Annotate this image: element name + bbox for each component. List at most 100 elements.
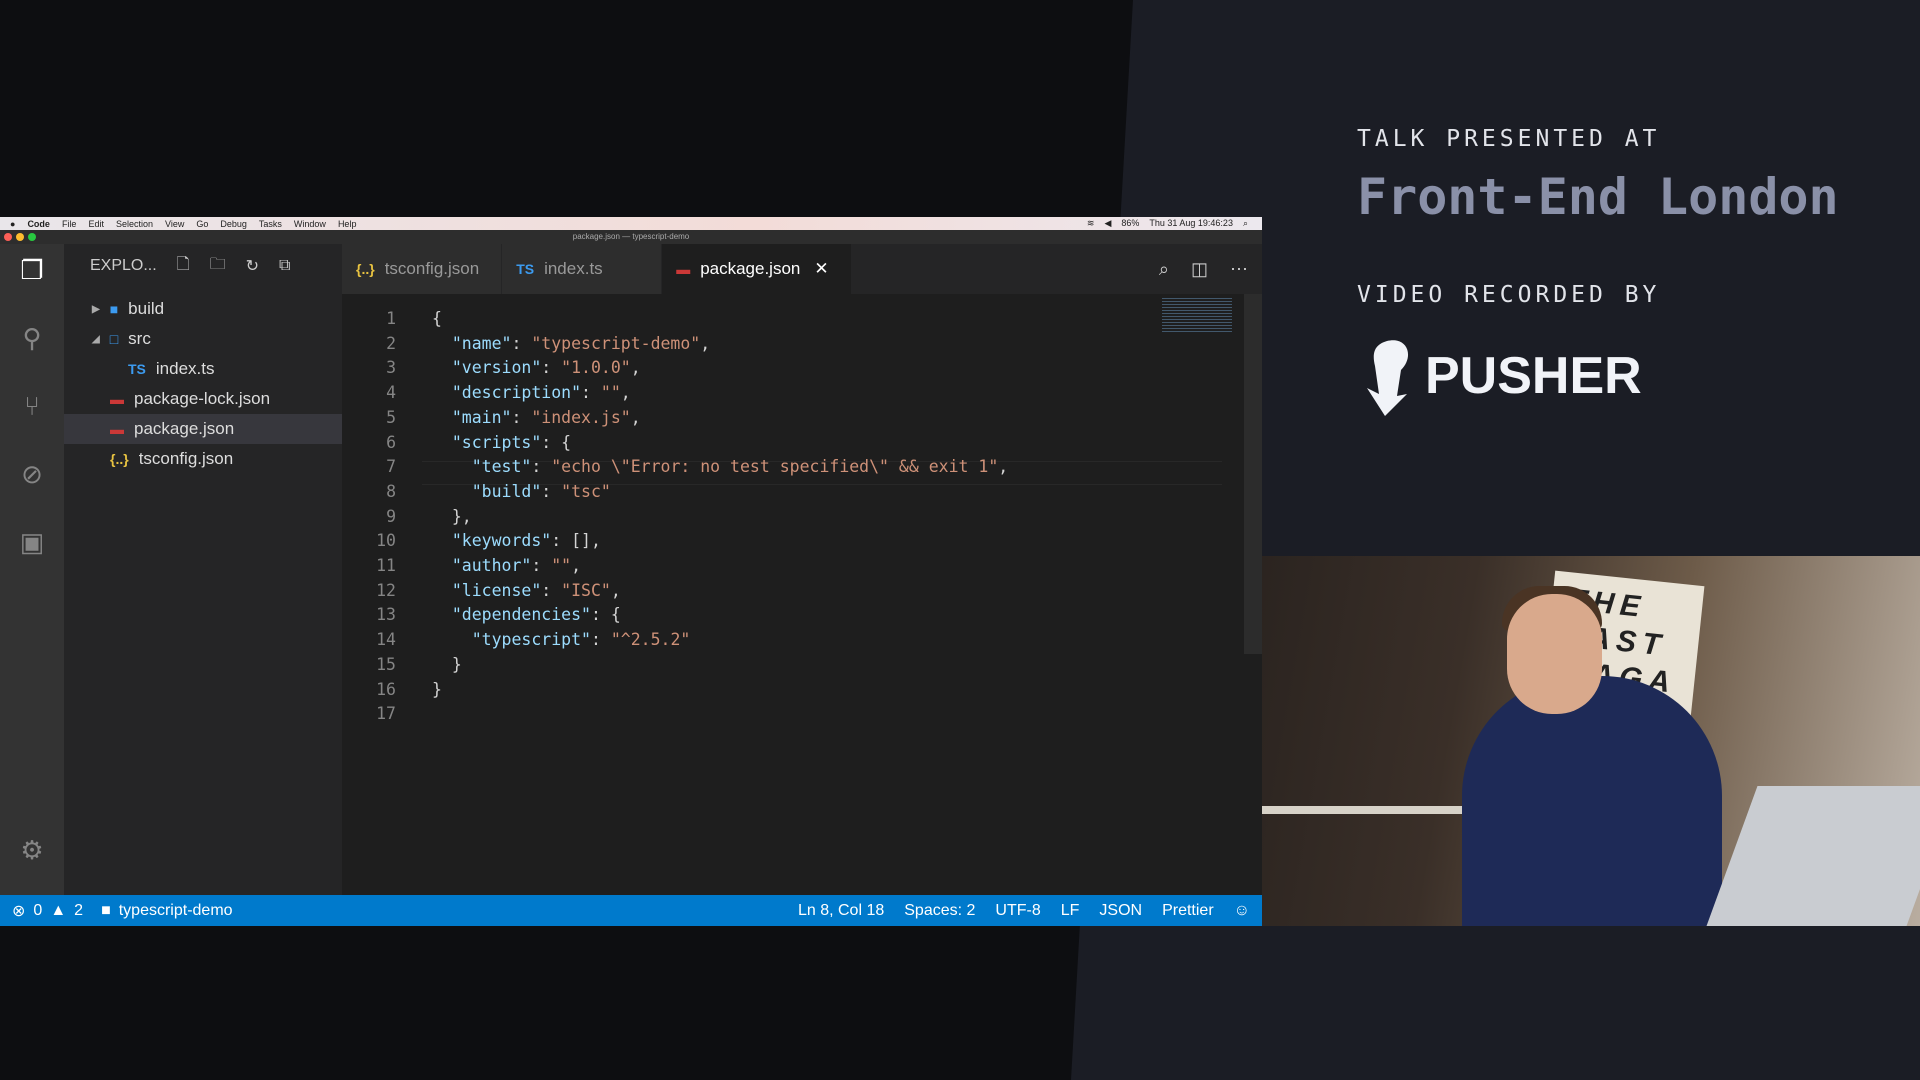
menu-view[interactable]: View: [165, 219, 184, 229]
menu-file[interactable]: File: [62, 219, 77, 229]
code-line: {: [432, 309, 442, 328]
status-bar: ⊗ 0 ▲ 2 ■ typescript-demo Ln 8, Col 18 S…: [0, 895, 1262, 926]
tab-label: package.json: [700, 259, 801, 278]
tree-item-src[interactable]: ◢ □ src: [64, 324, 342, 354]
mac-menubar: ● Code File Edit Selection View Go Debug…: [0, 217, 1262, 230]
tree-item-package-json[interactable]: ▬ package.json: [64, 414, 342, 444]
apple-icon[interactable]: ●: [10, 219, 15, 229]
line-number: 6: [386, 432, 396, 452]
close-tab-icon[interactable]: ✕: [814, 259, 828, 279]
editor-tabs: {..} tsconfig.json TS index.ts ▬ package…: [342, 244, 1262, 294]
split-editor-icon[interactable]: ◫: [1191, 259, 1208, 280]
chevron-right-icon[interactable]: ▶: [92, 304, 100, 315]
close-window-icon[interactable]: [4, 233, 12, 241]
shelf: [1262, 806, 1482, 814]
search-icon[interactable]: ⚲: [16, 322, 48, 354]
spotlight-icon[interactable]: ⌕: [1243, 218, 1248, 229]
code-line: },: [432, 506, 472, 526]
source-control-icon[interactable]: ⑂: [16, 390, 48, 422]
code-line: "main": "index.js",: [451, 407, 641, 427]
error-icon[interactable]: ⊗: [12, 901, 25, 921]
speaker-video: THE LAST MAGA ZINE: [1262, 556, 1920, 926]
workspace-folder[interactable]: typescript-demo: [119, 902, 233, 920]
tree-item-index-ts[interactable]: TS index.ts: [64, 354, 342, 384]
warning-count[interactable]: 2: [74, 902, 83, 920]
debug-icon[interactable]: ⊘: [16, 458, 48, 490]
extensions-icon[interactable]: ▣: [16, 526, 48, 558]
line-number: 3: [386, 358, 396, 378]
tree-item-package-lock[interactable]: ▬ package-lock.json: [64, 384, 342, 414]
minimap[interactable]: [1162, 296, 1232, 332]
zoom-window-icon[interactable]: [28, 233, 36, 241]
menu-debug[interactable]: Debug: [220, 219, 247, 229]
new-file-icon[interactable]: 🗋: [177, 253, 190, 280]
event-name: Front-End London: [1357, 168, 1839, 226]
minimize-window-icon[interactable]: [16, 233, 24, 241]
encoding[interactable]: UTF-8: [995, 902, 1040, 920]
tree-item-tsconfig[interactable]: {..} tsconfig.json: [64, 444, 342, 474]
npm-icon: ▬: [110, 391, 124, 407]
code-line: "author": "",: [451, 556, 582, 575]
volume-icon[interactable]: ◀: [1104, 218, 1111, 229]
gear-icon[interactable]: ⚙: [16, 834, 48, 866]
cursor-position[interactable]: Ln 8, Col 18: [798, 902, 884, 920]
menu-window[interactable]: Window: [294, 219, 326, 229]
vscode-window: ● Code File Edit Selection View Go Debug…: [0, 217, 1262, 926]
editor-scrollbar[interactable]: [1244, 294, 1262, 654]
menu-help[interactable]: Help: [338, 219, 357, 229]
code-line: }: [432, 679, 442, 699]
line-number: 15: [376, 654, 396, 674]
code-line: "keywords": [],: [451, 531, 601, 551]
clock[interactable]: Thu 31 Aug 19:46:23: [1149, 218, 1233, 229]
tree-item-build[interactable]: ▶ ■ build: [64, 294, 342, 324]
tab-package-json[interactable]: ▬ package.json ✕: [662, 244, 852, 294]
menu-tasks[interactable]: Tasks: [259, 219, 282, 229]
feedback-smiley-icon[interactable]: ☺: [1234, 902, 1250, 920]
menu-selection[interactable]: Selection: [116, 219, 153, 229]
line-number: 1: [386, 309, 396, 328]
tree-item-label: tsconfig.json: [138, 449, 234, 468]
pusher-logo-icon: [1367, 340, 1409, 416]
refresh-icon[interactable]: ↻: [246, 256, 259, 276]
folder-open-icon: □: [109, 331, 119, 347]
tab-index-ts[interactable]: TS index.ts: [502, 244, 663, 294]
typescript-icon: TS: [516, 261, 535, 277]
code-line: "version": "1.0.0",: [451, 358, 641, 378]
line-ending[interactable]: LF: [1061, 902, 1080, 920]
menu-code[interactable]: Code: [27, 219, 50, 229]
typescript-icon: TS: [128, 361, 146, 377]
code-line: "typescript": "^2.5.2": [471, 630, 691, 650]
code-editor[interactable]: 1 {2 "name": "typescript-demo", 3 "version…: [342, 294, 1262, 895]
explorer-sidebar: EXPLO... 🗋 🗀 ↻ ⧉ ▶ ■ build ◢ □ src TS in…: [64, 244, 342, 895]
explorer-icon[interactable]: ❐: [16, 254, 48, 286]
tree-item-label: package-lock.json: [134, 389, 271, 408]
wifi-icon[interactable]: ≋: [1087, 218, 1095, 229]
speaker: [1462, 676, 1722, 926]
line-number: 14: [376, 630, 396, 650]
chevron-down-icon[interactable]: ◢: [92, 334, 100, 345]
line-number: 9: [386, 506, 396, 526]
code-line: "build": "tsc": [471, 481, 611, 501]
tree-item-label: build: [128, 299, 165, 318]
formatter[interactable]: Prettier: [1162, 902, 1214, 920]
indentation[interactable]: Spaces: 2: [904, 902, 975, 920]
menu-go[interactable]: Go: [196, 219, 208, 229]
new-folder-icon[interactable]: 🗀: [210, 253, 226, 280]
battery-percent[interactable]: 86%: [1121, 218, 1139, 229]
json-braces-icon: {..}: [356, 261, 375, 277]
line-number: 13: [376, 605, 396, 625]
tree-item-label: index.ts: [155, 359, 215, 378]
code-line: "scripts": {: [451, 432, 572, 452]
warning-icon[interactable]: ▲: [50, 902, 66, 920]
speaker-head: [1507, 594, 1602, 714]
error-count[interactable]: 0: [33, 902, 42, 920]
open-preview-icon[interactable]: ⌕: [1159, 259, 1169, 280]
video-label: VIDEO RECORDED BY: [1357, 282, 1661, 308]
language-mode[interactable]: JSON: [1099, 902, 1142, 920]
more-actions-icon[interactable]: ⋯: [1230, 259, 1248, 280]
tab-tsconfig[interactable]: {..} tsconfig.json: [342, 244, 503, 294]
title-bar: package.json — typescript-demo: [0, 230, 1262, 244]
collapse-all-icon[interactable]: ⧉: [279, 257, 290, 275]
code-line: }: [432, 654, 462, 674]
menu-edit[interactable]: Edit: [88, 219, 104, 229]
